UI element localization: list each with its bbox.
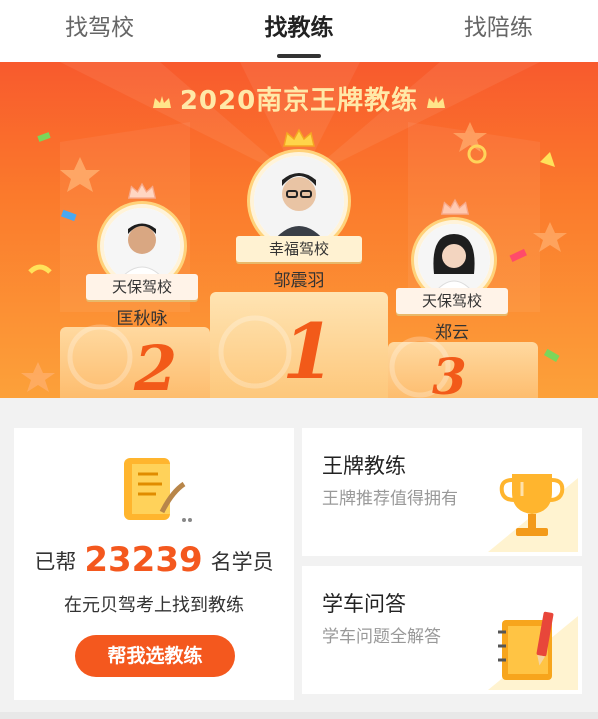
coach-school-second: 天保驾校 <box>86 274 198 300</box>
tab-find-school[interactable]: 找驾校 <box>20 0 180 62</box>
rank-number-first: 1 <box>282 307 335 396</box>
card-title: 学车问答 <box>322 592 406 616</box>
coach-name-second: 匡秋咏 <box>116 309 168 329</box>
helped-count: 23239 <box>84 540 203 580</box>
bottom-divider <box>0 712 598 719</box>
rank-number-third: 3 <box>432 347 467 398</box>
qa-card[interactable]: 学车问答 学车问题全解答 <box>302 566 582 694</box>
card-subtitle: 王牌推荐值得拥有 <box>322 489 458 509</box>
crown-icon <box>426 87 446 117</box>
crown-icon <box>127 182 157 204</box>
tab-bar: 找驾校 找教练 找陪练 <box>0 0 598 62</box>
choose-coach-button[interactable]: 帮我选教练 <box>75 635 235 677</box>
rank-number-second: 2 <box>134 332 178 398</box>
ace-coach-card[interactable]: 王牌教练 王牌推荐值得拥有 <box>302 428 582 556</box>
helped-subtitle: 在元贝驾考上找到教练 <box>64 595 244 616</box>
stats-card: 已帮 23239 名学员 在元贝驾考上找到教练 帮我选教练 <box>14 428 294 700</box>
card-title: 王牌教练 <box>322 454 406 478</box>
coach-name-first: 邬震羽 <box>273 271 325 291</box>
notebook-icon <box>488 606 578 694</box>
banner-title-text: 2020南京王牌教练 <box>179 86 419 116</box>
helped-prefix: 已帮 <box>34 550 77 574</box>
tab-find-coach[interactable]: 找教练 <box>219 0 379 62</box>
helped-suffix: 名学员 <box>210 550 274 574</box>
card-subtitle: 学车问题全解答 <box>322 627 441 647</box>
banner-title: 2020南京王牌教练 <box>0 80 598 117</box>
coach-school-third: 天保驾校 <box>396 288 508 314</box>
coach-name-third: 郑云 <box>435 323 469 343</box>
trophy-icon <box>488 468 578 556</box>
crown-icon <box>440 198 470 220</box>
coach-school-first: 幸福驾校 <box>236 236 362 262</box>
scroll-icon <box>118 452 194 532</box>
tab-find-sparring[interactable]: 找陪练 <box>418 0 578 62</box>
ranking-banner[interactable]: 2020南京王牌教练 1 2 3 幸福驾校 邬震羽 天保驾校 匡秋咏 天保驾校 … <box>0 62 598 398</box>
crown-icon <box>282 128 316 152</box>
crown-icon <box>152 87 172 117</box>
helped-count-text: 已帮 23239 名学员 <box>14 540 294 580</box>
